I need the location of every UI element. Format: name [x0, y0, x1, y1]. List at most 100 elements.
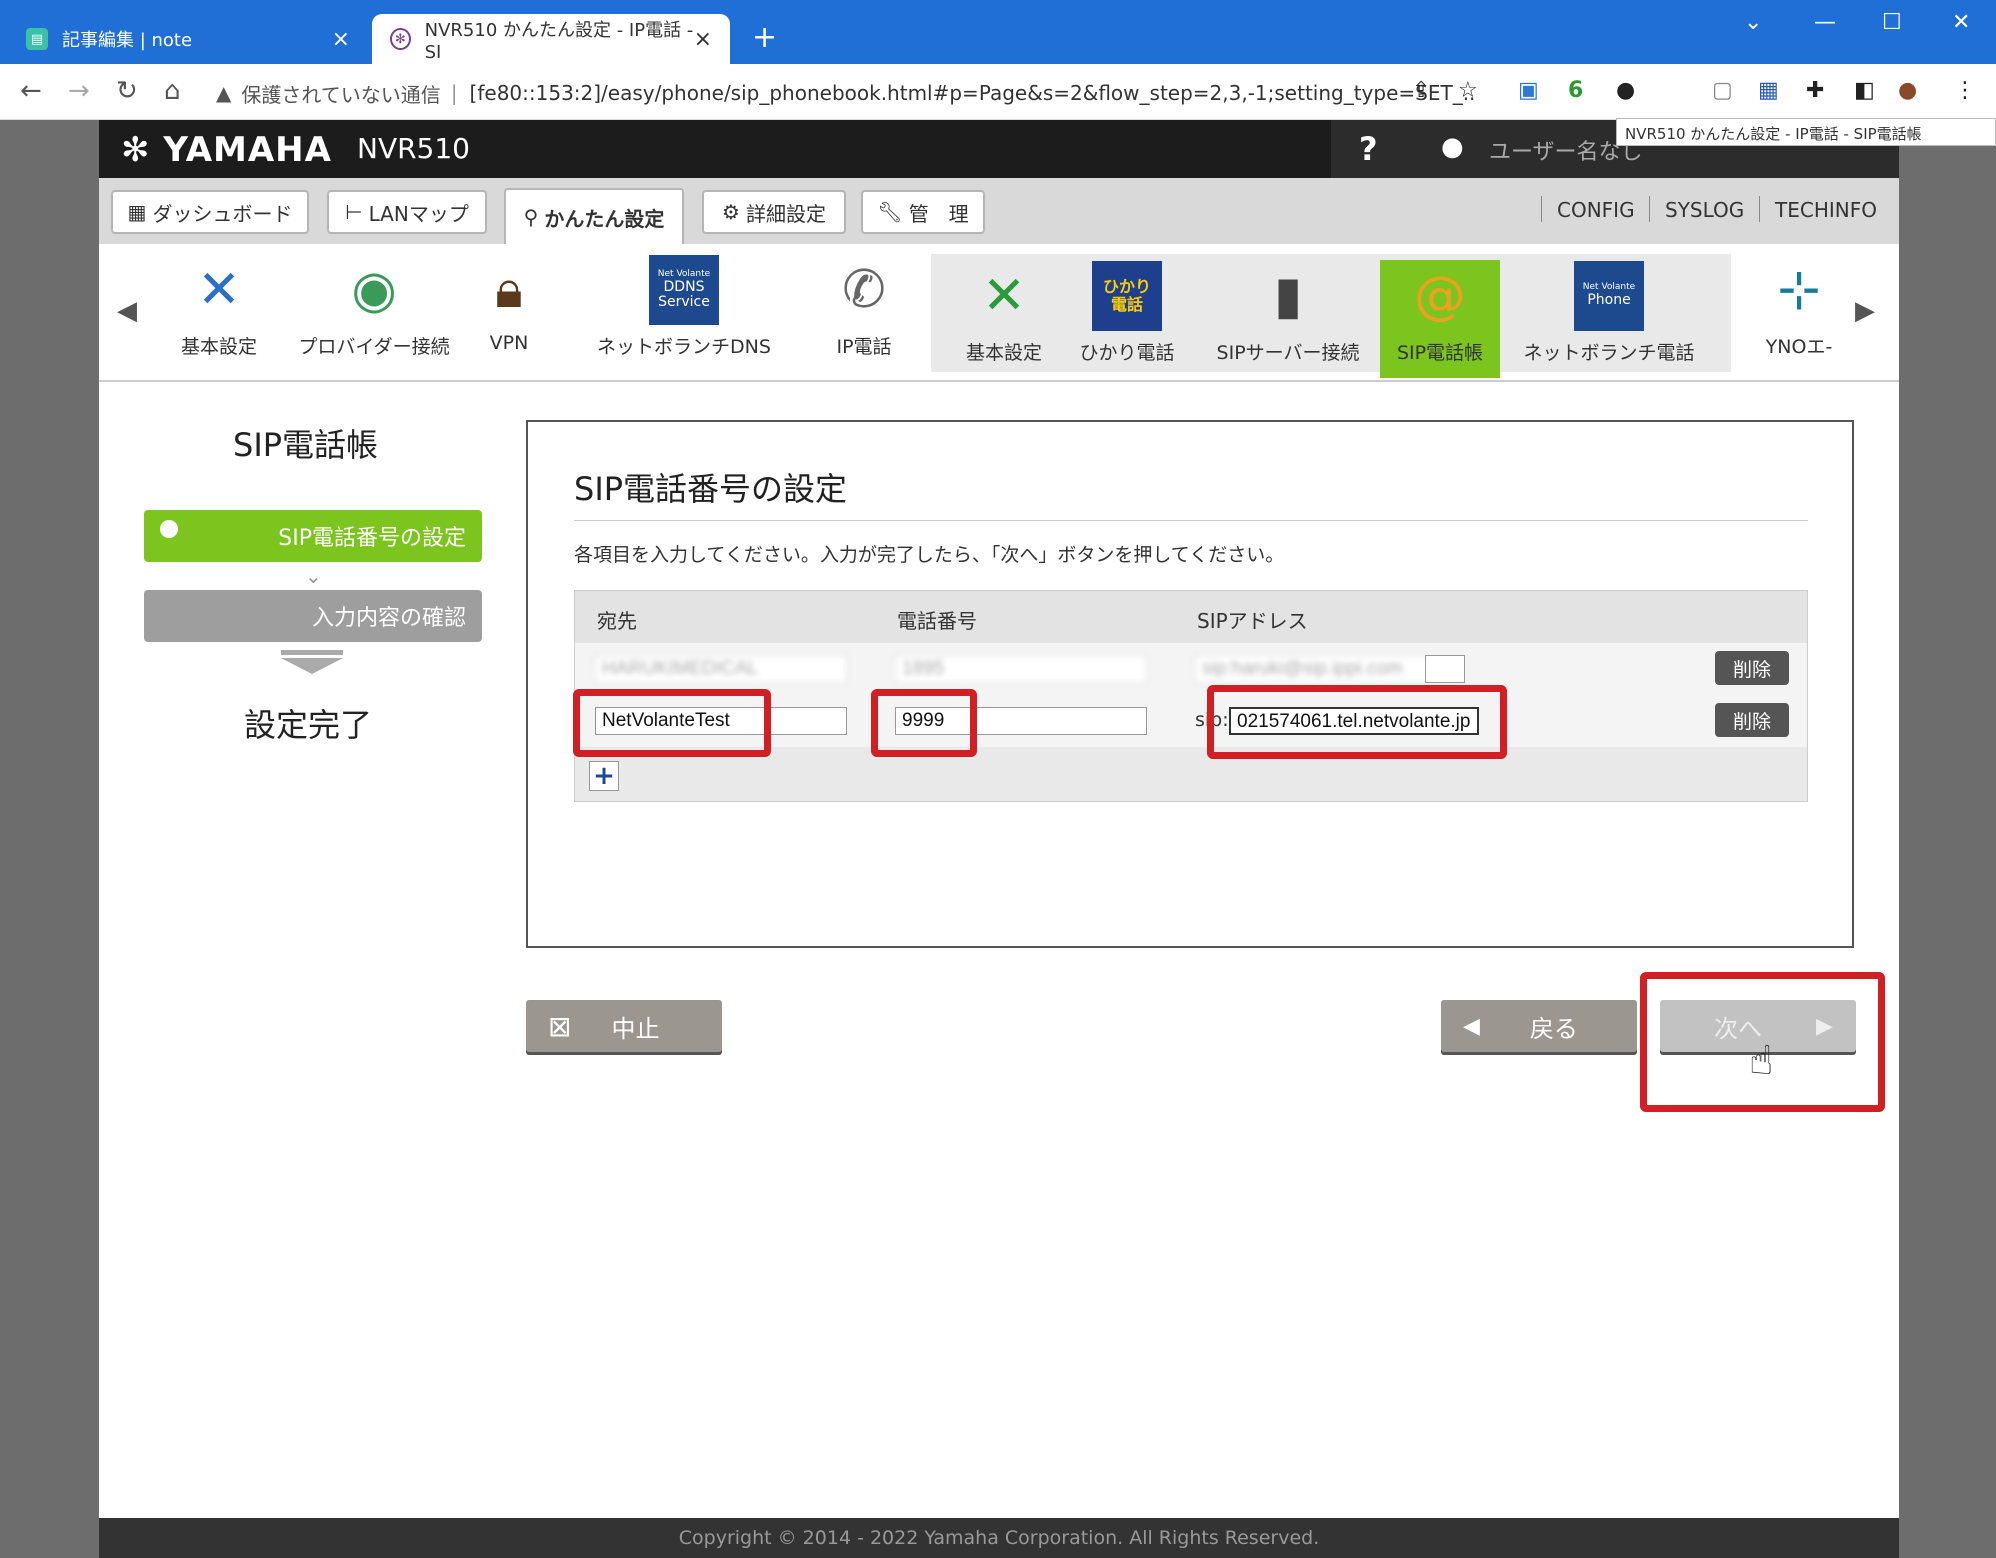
- globe-icon: ◉: [351, 260, 397, 320]
- extension-badge-icon[interactable]: 6: [1568, 78, 1583, 103]
- icon-netvolante-phone[interactable]: Net Volante Phone ネットボランチ電話: [1509, 260, 1709, 378]
- tab-title: NVR510 かんたん設定 - IP電話 - SI: [424, 19, 694, 63]
- tools-icon: ✕: [982, 266, 1026, 326]
- delete-button[interactable]: 削除: [1715, 703, 1789, 737]
- syslog-link[interactable]: SYSLOG: [1665, 198, 1744, 222]
- icon-vpn[interactable]: 🔒︎ VPN: [454, 254, 564, 372]
- icon-phone-basic-settings[interactable]: ✕ 基本設定: [944, 260, 1064, 378]
- line-extension-icon[interactable]: ▢: [1712, 78, 1733, 103]
- step-complete: 設定完了: [244, 706, 373, 744]
- tab-easy-setup[interactable]: ⚲ かんたん設定: [504, 188, 684, 244]
- new-tab-button[interactable]: +: [752, 20, 777, 55]
- tab-title: 記事編集 | note: [62, 30, 193, 51]
- back-arrow-icon[interactable]: ←: [20, 76, 42, 106]
- tab-management[interactable]: 🔧︎ 管 理: [861, 190, 985, 234]
- phone-handset-icon: ✆: [842, 260, 886, 320]
- cancel-x-icon: ⊠: [548, 1009, 572, 1043]
- step-confirm: 入力内容の確認: [144, 590, 482, 642]
- model-name: NVR510: [357, 132, 470, 165]
- padlock-icon: 🔒︎: [495, 259, 523, 320]
- form-title: SIP電話番号の設定: [574, 470, 848, 508]
- icon-ip-phone[interactable]: ✆ IP電話: [814, 254, 914, 372]
- phonebook-table: 宛先 電話番号 SIPアドレス HARUKIMEDICAL 1895 sip:h…: [573, 590, 1808, 802]
- delete-button[interactable]: 削除: [1715, 651, 1789, 685]
- server-icon: ▮: [1273, 266, 1303, 326]
- back-button[interactable]: ◀ 戻る: [1441, 1000, 1637, 1052]
- tab-tooltip: NVR510 かんたん設定 - IP電話 - SIP電話帳: [1616, 118, 1996, 146]
- close-window-button[interactable]: ✕: [1952, 10, 1970, 35]
- yamaha-logo: ✻ YAMAHA: [121, 130, 332, 170]
- add-row-button[interactable]: +: [589, 761, 619, 791]
- maximize-button[interactable]: ☐: [1882, 10, 1902, 35]
- wrench-icon: 🔧︎: [877, 200, 903, 224]
- column-sip-address: SIPアドレス: [1197, 609, 1308, 633]
- security-label: 保護されていない通信: [241, 82, 441, 107]
- puzzle-icon[interactable]: ✚: [1806, 78, 1824, 103]
- browser-address-bar: ← → ↻ ⌂ ▲ 保護されていない通信 | [fe80::153:2]/eas…: [0, 64, 1996, 120]
- address-book-icon: @: [1414, 266, 1466, 326]
- highlight-sip-address: [1207, 685, 1507, 759]
- netvolante-phone-icon: Net Volante Phone: [1573, 260, 1645, 332]
- network-icon: ⊹: [1777, 260, 1821, 320]
- close-tab-icon[interactable]: ×: [332, 27, 350, 52]
- router-page: ✻ YAMAHA NVR510 ? ● ユーザー名なし ▦ ダッシュボード ⊢ LA…: [99, 120, 1899, 1558]
- tab-dashboard[interactable]: ▦ ダッシュボード: [111, 190, 309, 234]
- current-step-icon: [160, 520, 178, 538]
- column-phone-number: 電話番号: [897, 609, 977, 633]
- extension-calendar-icon[interactable]: ▣: [1518, 78, 1539, 103]
- gear-icon: ⚙: [722, 200, 740, 224]
- form-panel: SIP電話番号の設定 各項目を入力してください。入力が完了したら、「次へ」ボタン…: [526, 420, 1854, 948]
- url-field[interactable]: ▲ 保護されていない通信 | [fe80::153:2]/easy/phone/…: [216, 75, 1476, 111]
- hikari-phone-icon: ひかり 電話: [1091, 260, 1163, 332]
- minimize-button[interactable]: —: [1814, 10, 1836, 35]
- highlight-phone-number: [871, 689, 977, 757]
- tab-search-icon[interactable]: ⌄: [1744, 10, 1762, 35]
- note-favicon-icon: ▤: [26, 28, 48, 50]
- location-pin-icon[interactable]: ●: [1616, 78, 1635, 103]
- chevron-down-icon: ⌄: [305, 564, 322, 588]
- back-triangle-icon: ◀: [1463, 1013, 1480, 1039]
- key-icon: ⚲: [523, 205, 539, 229]
- scroll-right-arrow-icon[interactable]: ▶: [1855, 296, 1875, 326]
- home-icon[interactable]: ⌂: [164, 76, 181, 106]
- destination-field[interactable]: HARUKIMEDICAL: [595, 655, 847, 683]
- menu-kebab-icon[interactable]: ⋮: [1954, 78, 1976, 103]
- table-header: 宛先 電話番号 SIPアドレス: [575, 591, 1807, 643]
- yamaha-emblem-icon: ✻: [121, 130, 151, 170]
- column-destination: 宛先: [597, 609, 637, 633]
- help-button[interactable]: ?: [1359, 130, 1378, 168]
- warning-icon: ▲: [216, 81, 232, 105]
- scroll-left-arrow-icon[interactable]: ◀: [117, 296, 137, 326]
- icon-hikari-phone[interactable]: ひかり 電話 ひかり電話: [1067, 260, 1187, 378]
- cancel-button[interactable]: ⊠ 中止: [526, 1000, 722, 1052]
- browser-tab-note[interactable]: ▤ 記事編集 | note ×: [8, 14, 368, 64]
- techinfo-link[interactable]: TECHINFO: [1775, 198, 1877, 222]
- sidebar-title: SIP電話帳: [233, 426, 379, 464]
- lanmap-icon: ⊢: [345, 200, 363, 224]
- icon-sip-server[interactable]: ▮ SIPサーバー接続: [1197, 260, 1379, 378]
- config-link[interactable]: CONFIG: [1557, 198, 1635, 222]
- forward-arrow-icon[interactable]: →: [68, 76, 90, 106]
- close-tab-icon[interactable]: ×: [694, 27, 712, 52]
- step-current: SIP電話番号の設定: [144, 510, 482, 562]
- icon-netvolante-dns[interactable]: Net Volante DDNS Service ネットボランチDNS: [584, 254, 784, 372]
- sidebar-icon[interactable]: ◧: [1854, 78, 1875, 103]
- icon-yno-agent[interactable]: ⊹ YNOエ-: [1749, 254, 1849, 372]
- icon-provider[interactable]: ◉ プロバイダー接続: [294, 254, 454, 372]
- profile-avatar-icon[interactable]: ●: [1898, 78, 1917, 103]
- browser-tab-nvr510[interactable]: ✻ NVR510 かんたん設定 - IP電話 - SI ×: [372, 14, 730, 64]
- icon-basic-settings[interactable]: ✕ 基本設定: [149, 254, 289, 372]
- copyright-footer: Copyright © 2014 - 2022 Yamaha Corporati…: [99, 1518, 1899, 1558]
- extension-icon[interactable]: ▦: [1758, 78, 1779, 103]
- step-arrow-icon: [281, 650, 343, 674]
- tab-advanced[interactable]: ⚙ 詳細設定: [702, 190, 846, 234]
- icon-sip-phonebook[interactable]: @ SIP電話帳: [1380, 260, 1500, 378]
- tab-lanmap[interactable]: ⊢ LANマップ: [327, 190, 487, 234]
- hand-cursor-icon: ☝: [1749, 1038, 1774, 1084]
- reload-icon[interactable]: ↻: [116, 76, 138, 106]
- bookmark-star-icon[interactable]: ☆: [1458, 78, 1478, 103]
- yamaha-favicon-icon: ✻: [390, 28, 411, 50]
- browser-tab-bar: ▤ 記事編集 | note × ✻ NVR510 かんたん設定 - IP電話 -…: [0, 0, 1996, 64]
- share-icon[interactable]: ⇪: [1412, 78, 1430, 103]
- phone-number-field[interactable]: 1895: [895, 655, 1147, 683]
